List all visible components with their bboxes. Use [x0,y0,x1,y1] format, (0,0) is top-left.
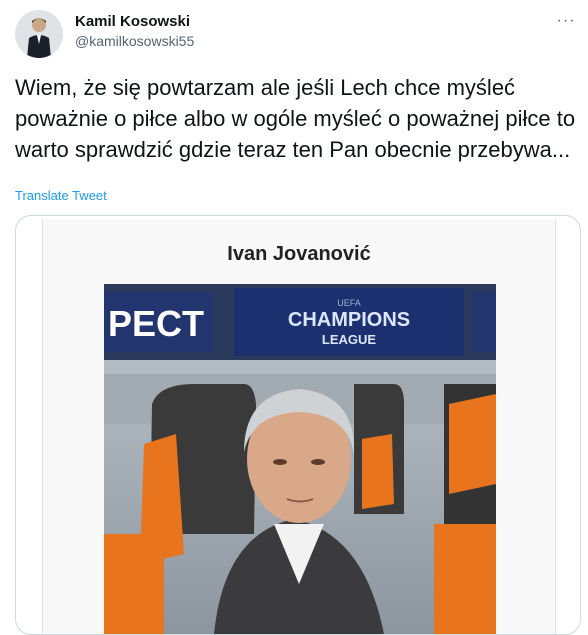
translate-tweet-link[interactable]: Translate Tweet [15,188,107,203]
coach-photo: PECT UEFA CHAMPIONS LEAGUE [104,284,496,634]
banner-center-line1: CHAMPIONS [288,309,410,331]
avatar-image [15,10,63,58]
author-avatar[interactable] [15,10,63,58]
more-options-icon[interactable]: ··· [553,11,579,31]
author-name[interactable]: Kamil Kosowski [75,13,190,30]
media-card[interactable]: Ivan Jovanović PECT UEFA CHAMPIONS LEAGU… [15,215,581,635]
card-title: Ivan Jovanović [227,243,371,265]
banner-small-text: UEFA [337,298,361,308]
tweet-text: Wiem, że się powtarzam ale jeśli Lech ch… [15,75,576,162]
card-image-frame: Ivan Jovanović PECT UEFA CHAMPIONS LEAGU… [42,219,556,634]
photo-illustration: PECT UEFA CHAMPIONS LEAGUE [104,284,496,634]
banner-left-text: PECT [108,303,204,344]
banner-center-line2: LEAGUE [322,332,377,347]
author-handle[interactable]: @kamilkosowski55 [75,33,194,49]
